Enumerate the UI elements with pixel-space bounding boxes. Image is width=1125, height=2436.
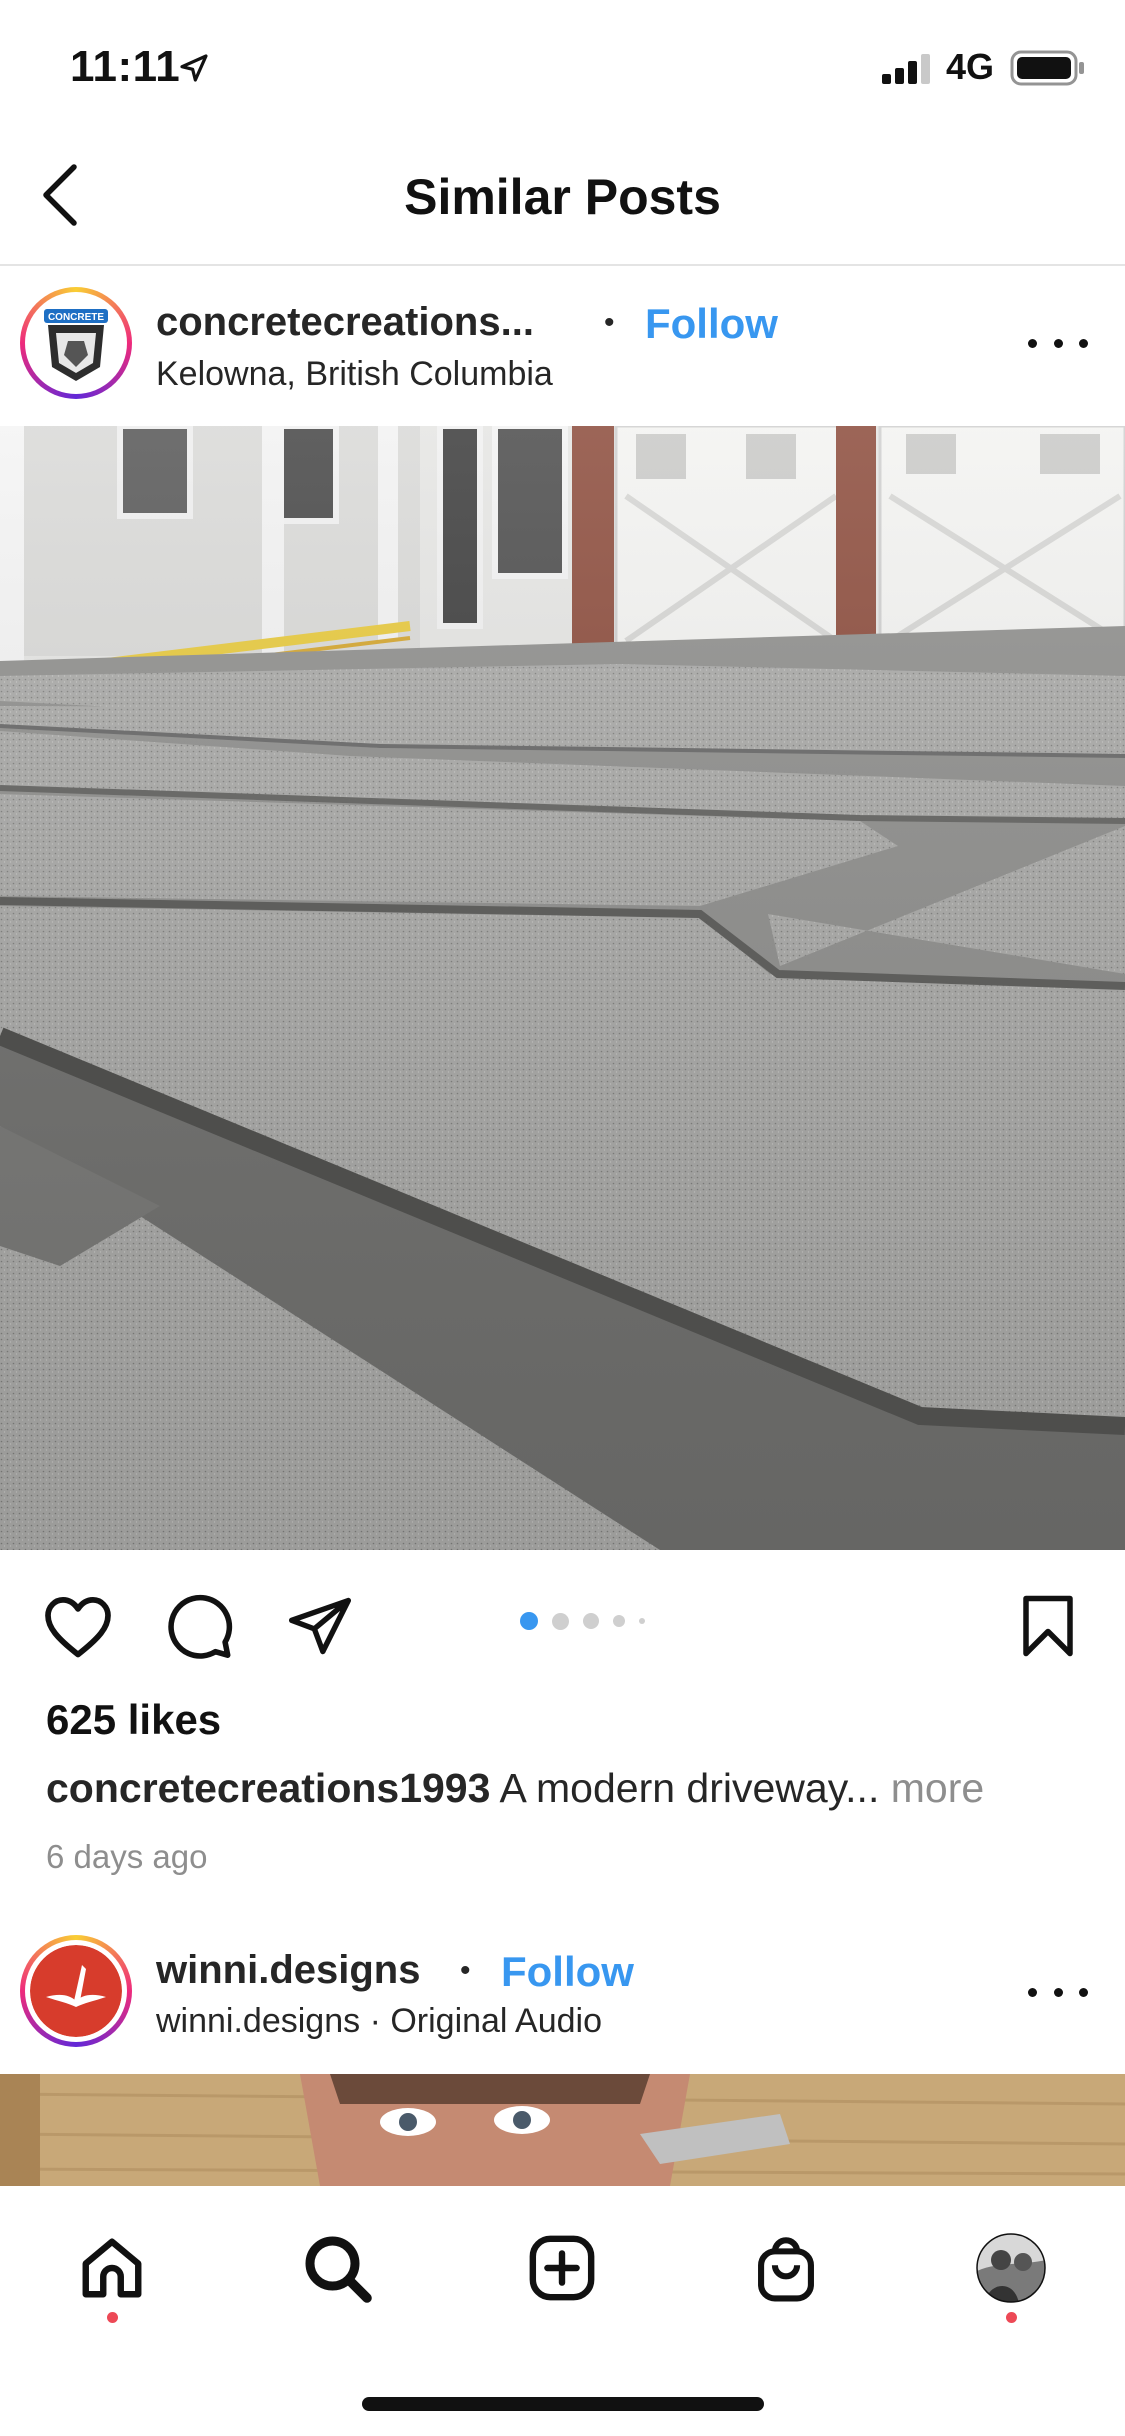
- location-arrow-icon: [178, 52, 210, 89]
- post2-more-options-icon[interactable]: [1028, 1972, 1088, 2012]
- profile-avatar-icon: [976, 2233, 1046, 2303]
- post2-video-preview[interactable]: [0, 2074, 1125, 2186]
- create-post-icon: [529, 2235, 595, 2301]
- home-icon: [82, 2238, 142, 2298]
- cellular-signal-icon: [880, 52, 936, 89]
- carousel-pager: [520, 1612, 645, 1630]
- battery-icon: [1010, 50, 1086, 91]
- post1-location[interactable]: Kelowna, British Columbia: [156, 355, 553, 394]
- home-notification-dot: [107, 2312, 118, 2323]
- carousel-dot: [583, 1613, 599, 1629]
- post1-photo[interactable]: [0, 426, 1125, 1550]
- separator-dot: •: [460, 1954, 471, 1987]
- share-button[interactable]: [280, 1590, 360, 1662]
- post2-username[interactable]: winni.designs: [156, 1948, 420, 1993]
- carousel-dot: [613, 1615, 625, 1627]
- post1-avatar[interactable]: CONCRETE: [20, 287, 132, 399]
- post1-username[interactable]: concretecreations...: [156, 300, 534, 345]
- carousel-dot-active: [520, 1612, 538, 1630]
- page-title: Similar Posts: [404, 169, 721, 225]
- search-icon: [305, 2236, 372, 2303]
- carousel-dot: [552, 1612, 569, 1630]
- post2-follow-button[interactable]: Follow: [501, 1948, 634, 1996]
- profile-notification-dot: [1006, 2312, 1017, 2323]
- carousel-dot: [639, 1618, 645, 1624]
- heart-icon: [45, 1597, 111, 1658]
- tab-create[interactable]: [507, 2228, 617, 2308]
- comment-icon: [168, 1594, 233, 1659]
- caption-more-link[interactable]: more: [879, 1765, 984, 1811]
- post2-avatar[interactable]: [20, 1935, 132, 2047]
- tab-search[interactable]: [282, 2228, 392, 2308]
- caption-username[interactable]: concretecreations1993: [46, 1765, 490, 1811]
- separator-dot: •: [604, 306, 615, 339]
- likes-count[interactable]: 625 likes: [46, 1696, 221, 1744]
- post1-caption[interactable]: concretecreations1993 A modern driveway.…: [46, 1765, 1086, 1812]
- network-type: 4G: [946, 46, 995, 87]
- home-indicator[interactable]: [362, 2397, 764, 2411]
- like-button[interactable]: [38, 1590, 118, 1662]
- status-time: 11:11: [70, 42, 181, 91]
- comment-button[interactable]: [160, 1590, 240, 1662]
- shopping-bag-icon: [758, 2237, 814, 2302]
- send-icon: [288, 1597, 352, 1655]
- post1-follow-button[interactable]: Follow: [645, 300, 778, 348]
- post1-more-options-icon[interactable]: [1028, 323, 1088, 363]
- post1-avatar-logo-text: CONCRETE: [48, 312, 104, 323]
- post2-audio-subline[interactable]: winni.designs · Original Audio: [156, 2002, 602, 2041]
- header-divider: [0, 264, 1125, 266]
- tab-home[interactable]: [57, 2228, 167, 2308]
- caption-text: A modern driveway...: [490, 1765, 880, 1811]
- post1-timestamp: 6 days ago: [46, 1838, 208, 1875]
- bookmark-icon: [1023, 1595, 1073, 1657]
- save-button[interactable]: [1010, 1590, 1086, 1662]
- tab-profile[interactable]: [956, 2228, 1066, 2308]
- tab-shop[interactable]: [731, 2228, 841, 2308]
